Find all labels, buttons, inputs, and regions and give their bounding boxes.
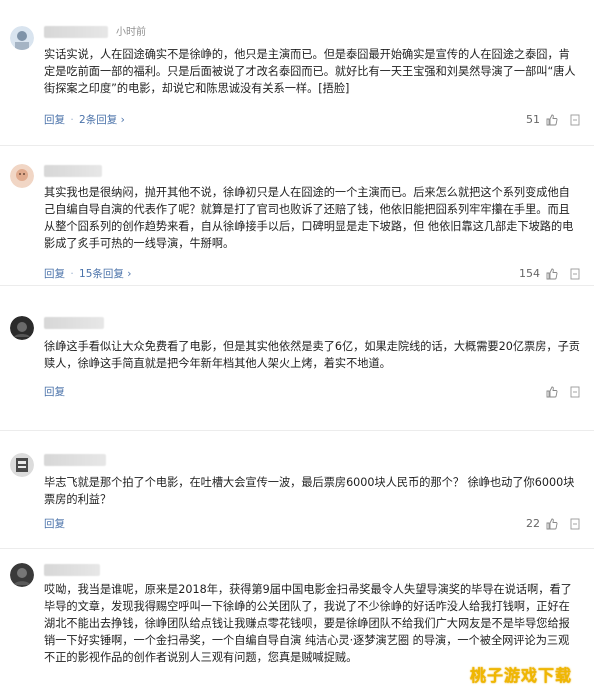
comment-card: 毕志飞就是那个拍了个电影，在吐槽大会宣传一波，最后票房6000块人民币的那个？ … xyxy=(0,430,594,548)
comment-text: 徐峥这手看似让大众免费看了电影，但是其实他依然是卖了6亿，如果走院线的话，大概需… xyxy=(44,340,580,370)
thumb-up-icon[interactable] xyxy=(546,268,558,280)
reply-button[interactable]: 回复 xyxy=(44,385,65,399)
more-icon[interactable] xyxy=(570,386,580,398)
like-area: 51 xyxy=(526,113,580,127)
thumb-up-icon[interactable] xyxy=(546,386,558,398)
username-blurred[interactable] xyxy=(44,454,106,466)
like-count: 154 xyxy=(519,267,540,280)
username-blurred[interactable] xyxy=(44,26,108,38)
more-icon[interactable] xyxy=(570,518,580,530)
like-count: 22 xyxy=(526,517,540,530)
comment-actions: 回复 · 2条回复 › xyxy=(44,113,125,127)
watermark-logo: 桃子游戏下载 xyxy=(470,666,573,685)
chevron-right-icon: › xyxy=(127,268,132,280)
avatar[interactable] xyxy=(10,563,34,587)
separator-dot: · xyxy=(70,268,74,280)
like-area xyxy=(526,385,580,399)
thumb-up-icon[interactable] xyxy=(546,114,558,126)
username-blurred[interactable] xyxy=(44,564,100,576)
like-area: 154 xyxy=(519,267,580,281)
comment-text: 实话实说，人在囧途确实不是徐峥的，他只是主演而已。但是泰囧最开始确实是宣传的人在… xyxy=(44,48,576,95)
username-blurred[interactable] xyxy=(44,165,102,177)
reply-button[interactable]: 回复 xyxy=(44,517,65,531)
comment-text: 毕志飞就是那个拍了个电影，在吐槽大会宣传一波，最后票房6000块人民币的那个？ … xyxy=(44,476,575,506)
like-count: 51 xyxy=(526,113,540,126)
comment-card: 徐峥这手看似让大众免费看了电影，但是其实他依然是卖了6亿，如果走院线的话，大概需… xyxy=(0,285,594,430)
username-blurred[interactable] xyxy=(44,317,104,329)
avatar[interactable] xyxy=(10,26,34,50)
comment-card: 小时前 实话实说，人在囧途确实不是徐峥的，他只是主演而已。但是泰囧最开始确实是宣… xyxy=(0,0,594,145)
reply-button[interactable]: 回复 xyxy=(44,113,65,127)
comment-text: 哎呦，我当是谁呢，原来是2018年，获得第9届中国电影金扫帚奖最令人失望导演奖的… xyxy=(44,583,572,664)
avatar[interactable] xyxy=(10,164,34,188)
comment-actions: 回复 · 15条回复 › xyxy=(44,267,131,281)
comment-actions: 回复 xyxy=(44,385,65,399)
separator-dot: · xyxy=(70,114,74,126)
comment-text: 其实我也是很纳闷，抛开其他不说，徐峥初只是人在囧途的一个主演而已。后来怎么就把这… xyxy=(44,186,574,250)
view-replies-link[interactable]: 2条回复 xyxy=(79,113,117,127)
more-icon[interactable] xyxy=(570,268,580,280)
avatar[interactable] xyxy=(10,316,34,340)
comment-actions: 回复 xyxy=(44,517,65,531)
thumb-up-icon[interactable] xyxy=(546,518,558,530)
comment-time: 小时前 xyxy=(116,27,146,38)
more-icon[interactable] xyxy=(570,114,580,126)
chevron-right-icon: › xyxy=(120,114,125,126)
reply-button[interactable]: 回复 xyxy=(44,267,65,281)
like-area: 22 xyxy=(526,517,580,531)
view-replies-link[interactable]: 15条回复 xyxy=(79,267,124,281)
comment-card: 其实我也是很纳闷，抛开其他不说，徐峥初只是人在囧途的一个主演而已。后来怎么就把这… xyxy=(0,145,594,285)
avatar[interactable] xyxy=(10,453,34,477)
